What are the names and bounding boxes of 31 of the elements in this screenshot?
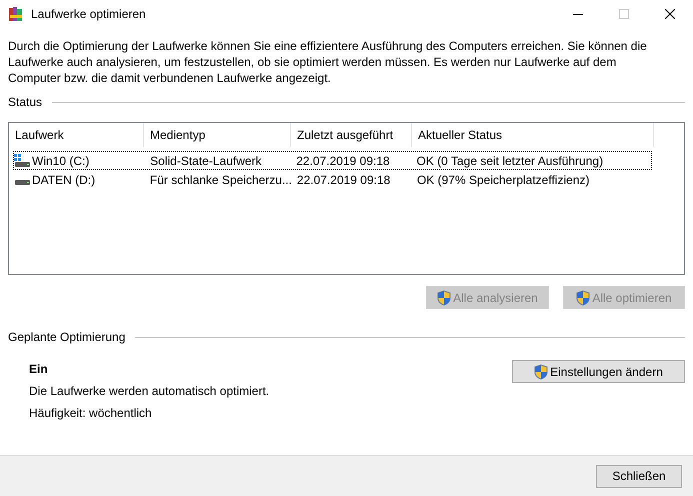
description-text: Durch die Optimierung der Laufwerke können Sie eine effizientere Ausführung des Computers erreichen. Sie können die Laufwerke auch analysieren, um festzustellen, ob sie optimiert werden müssen. Es werden nur Laufwerke auf dem Computer bzw. die damit verbundenen Laufwerke angezeigt. bbox=[8, 38, 648, 86]
section-heading: Status bbox=[8, 95, 42, 109]
drive-row[interactable]: DATEN (D:) Für schlanke Speicherzu... 22.07.2019 09:18 OK (97% Speicherplatzeffizienz) bbox=[13, 170, 652, 189]
table-cell: 22.07.2019 09:18 bbox=[296, 154, 390, 168]
app-icon bbox=[8, 6, 24, 22]
window-title: Laufwerke optimieren bbox=[31, 7, 147, 21]
maximize-icon bbox=[619, 9, 629, 19]
close-icon bbox=[665, 9, 675, 19]
table-cell: Solid-State-Laufwerk bbox=[150, 154, 262, 168]
shield-icon bbox=[576, 290, 590, 306]
close-dialog-button[interactable]: Schließen bbox=[596, 464, 682, 488]
table-cell: OK (0 Tage seit letzter Ausführung) bbox=[416, 154, 604, 168]
table-cell: Für schlanke Speicherzu... bbox=[150, 172, 292, 186]
column-header[interactable]: Aktueller Status bbox=[412, 123, 654, 147]
table-cell: DATEN (D:) bbox=[32, 172, 96, 186]
table-cell: 22.07.2019 09:18 bbox=[296, 172, 390, 186]
drive-icon bbox=[14, 154, 30, 168]
table-cell: OK (97% Speicherplatzeffizienz) bbox=[416, 172, 590, 186]
settings-button[interactable]: Einstellungen ändern bbox=[512, 360, 685, 383]
schedule-frequency: Häufigkeit: wöchentlich bbox=[29, 405, 153, 422]
drive-icon bbox=[14, 180, 30, 186]
column-header[interactable]: Zuletzt ausgeführt bbox=[291, 123, 412, 147]
shield-icon bbox=[534, 364, 548, 380]
shield-icon bbox=[437, 290, 452, 306]
drive-row[interactable]: Win10 (C:) Solid-State-Laufwerk 22.07.2019 09:18 OK (0 Tage seit letzter Ausführung) bbox=[13, 151, 652, 170]
column-header[interactable]: Laufwerk bbox=[9, 123, 144, 147]
schedule-state: Ein bbox=[29, 361, 49, 378]
column-header[interactable]: Medientyp bbox=[144, 123, 291, 147]
table-cell: Win10 (C:) bbox=[32, 154, 90, 168]
section-heading: Geplante Optimierung bbox=[8, 330, 126, 344]
schedule-info: Die Laufwerke werden automatisch optimiert. bbox=[29, 383, 270, 400]
